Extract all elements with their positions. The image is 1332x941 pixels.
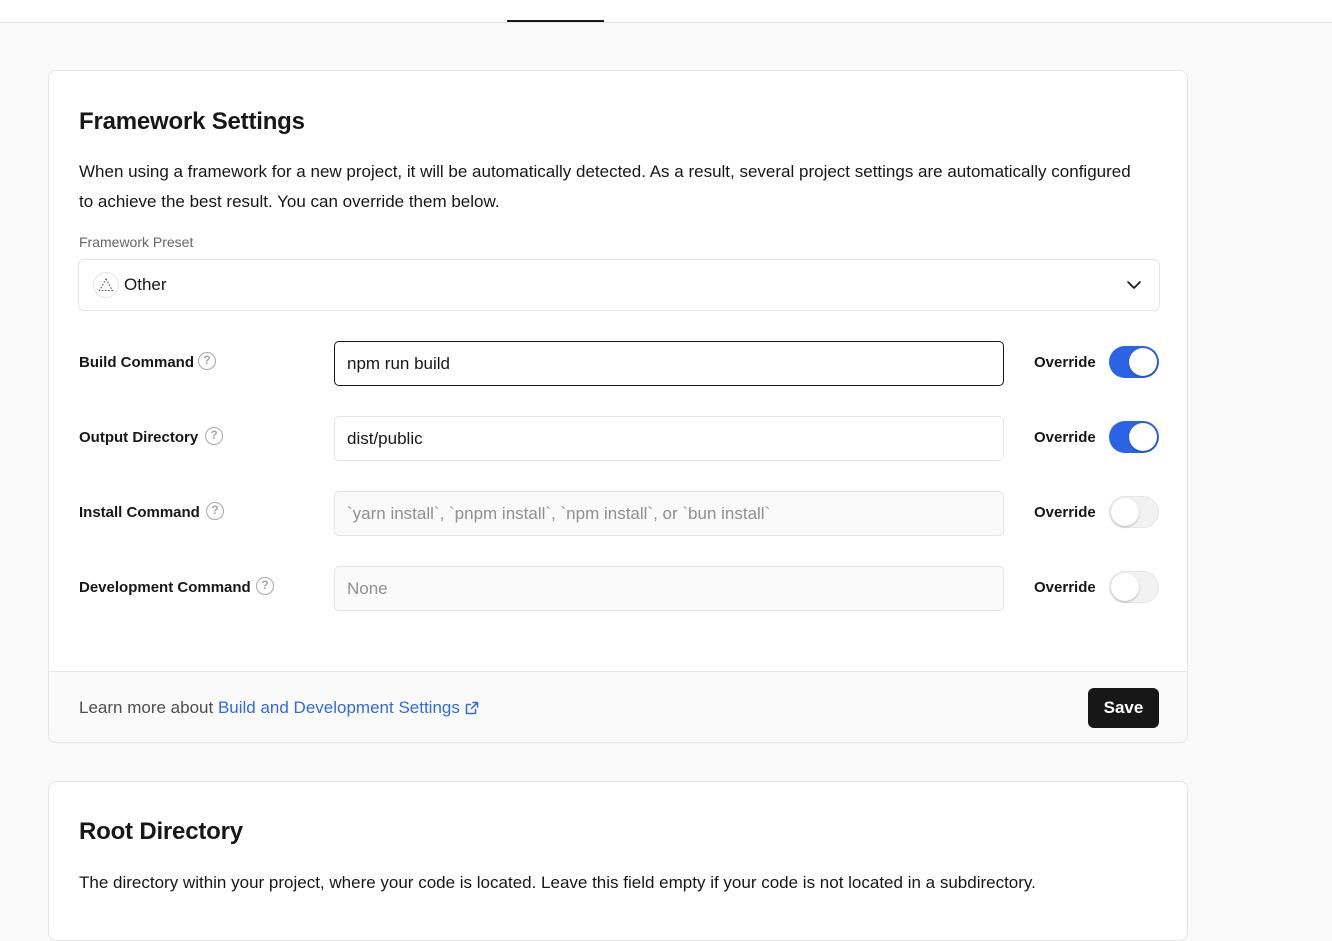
card-title: Framework Settings [79,108,305,135]
card-title: Root Directory [79,818,243,845]
toggle-knob [1129,348,1157,376]
card-description: When using a framework for a new project… [79,162,1131,211]
card-footer: Learn more about Build and Development S… [49,671,1187,742]
install-command-override-toggle[interactable] [1109,496,1159,528]
development-command-override-toggle[interactable] [1109,571,1159,603]
chevron-down-icon [1125,276,1143,294]
save-button[interactable]: Save [1088,688,1159,728]
learn-more-prefix: Learn more about [79,698,214,717]
learn-more-text: Learn more about Build and Development S… [79,698,479,718]
output-directory-override-toggle[interactable] [1109,421,1159,453]
question-circle-icon[interactable]: ? [198,352,216,370]
build-command-input[interactable] [334,341,1004,386]
toggle-knob [1111,573,1139,601]
development-command-label: Development Command [79,579,251,596]
build-command-label: Build Command [79,354,194,371]
root-directory-card: Root Directory The directory within your… [48,781,1188,941]
top-nav-bar [0,0,1332,23]
framework-preset-select[interactable]: Other [78,259,1160,311]
development-command-override-label: Override [1034,579,1096,596]
build-command-override-toggle[interactable] [1109,346,1159,378]
output-directory-label: Output Directory [79,429,199,446]
docs-link-label: Build and Development Settings [217,698,460,717]
triangle-dashed-icon [93,272,119,298]
output-directory-override-label: Override [1034,429,1096,446]
toggle-knob [1111,498,1139,526]
tab-settings-active-indicator [507,20,604,22]
build-command-override-label: Override [1034,354,1096,371]
question-circle-icon[interactable]: ? [206,502,224,520]
framework-preset-label: Framework Preset [79,234,194,250]
card-description: The directory within your project, where… [79,873,1036,892]
question-circle-icon[interactable]: ? [205,427,223,445]
install-command-row: Install Command ? Override [49,491,1187,537]
install-command-input[interactable] [334,491,1004,536]
external-link-icon [465,700,479,715]
install-command-override-label: Override [1034,504,1096,521]
question-circle-icon[interactable]: ? [256,577,274,595]
framework-preset-value: Other [124,275,167,294]
development-command-input[interactable] [334,566,1004,611]
framework-settings-card: Framework Settings When using a framewor… [48,70,1188,743]
build-settings-docs-link[interactable]: Build and Development Settings [218,698,479,717]
output-directory-row: Output Directory ? Override [49,416,1187,462]
development-command-row: Development Command ? Override [49,566,1187,612]
build-command-row: Build Command ? Override [49,341,1187,387]
install-command-label: Install Command [79,504,200,521]
output-directory-input[interactable] [334,416,1004,461]
toggle-knob [1129,423,1157,451]
